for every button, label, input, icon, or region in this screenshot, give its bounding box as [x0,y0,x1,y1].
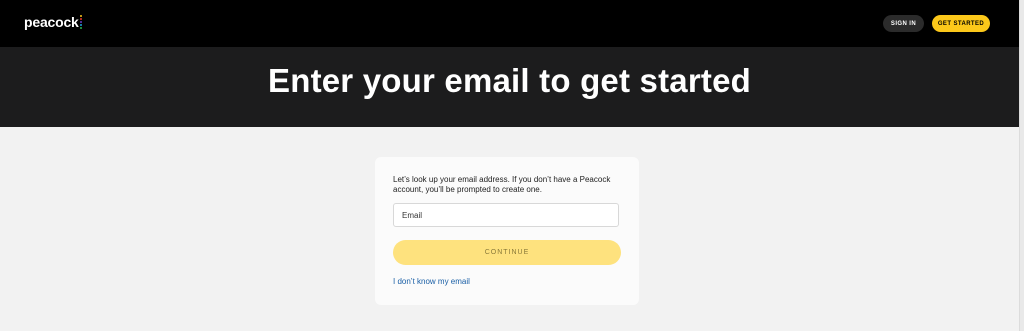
top-navigation-bar: peacock SIGN IN GET STARTED [0,0,1019,47]
email-lookup-card: Let’s look up your email address. If you… [375,157,639,305]
continue-button[interactable]: CONTINUE [393,240,621,265]
page-scrollbar[interactable] [1019,0,1024,331]
peacock-logo[interactable]: peacock [24,14,82,30]
intro-text: Let’s look up your email address. If you… [393,175,611,194]
logo-dots-icon [79,15,82,30]
sign-in-button[interactable]: SIGN IN [883,15,924,32]
page-title: Enter your email to get started [268,62,751,99]
get-started-button[interactable]: GET STARTED [932,15,990,32]
logo-text: peacock [24,14,79,30]
hero-banner: Enter your email to get started [0,47,1019,127]
email-field[interactable] [393,203,619,227]
forgot-email-link[interactable]: I don’t know my email [393,277,470,286]
